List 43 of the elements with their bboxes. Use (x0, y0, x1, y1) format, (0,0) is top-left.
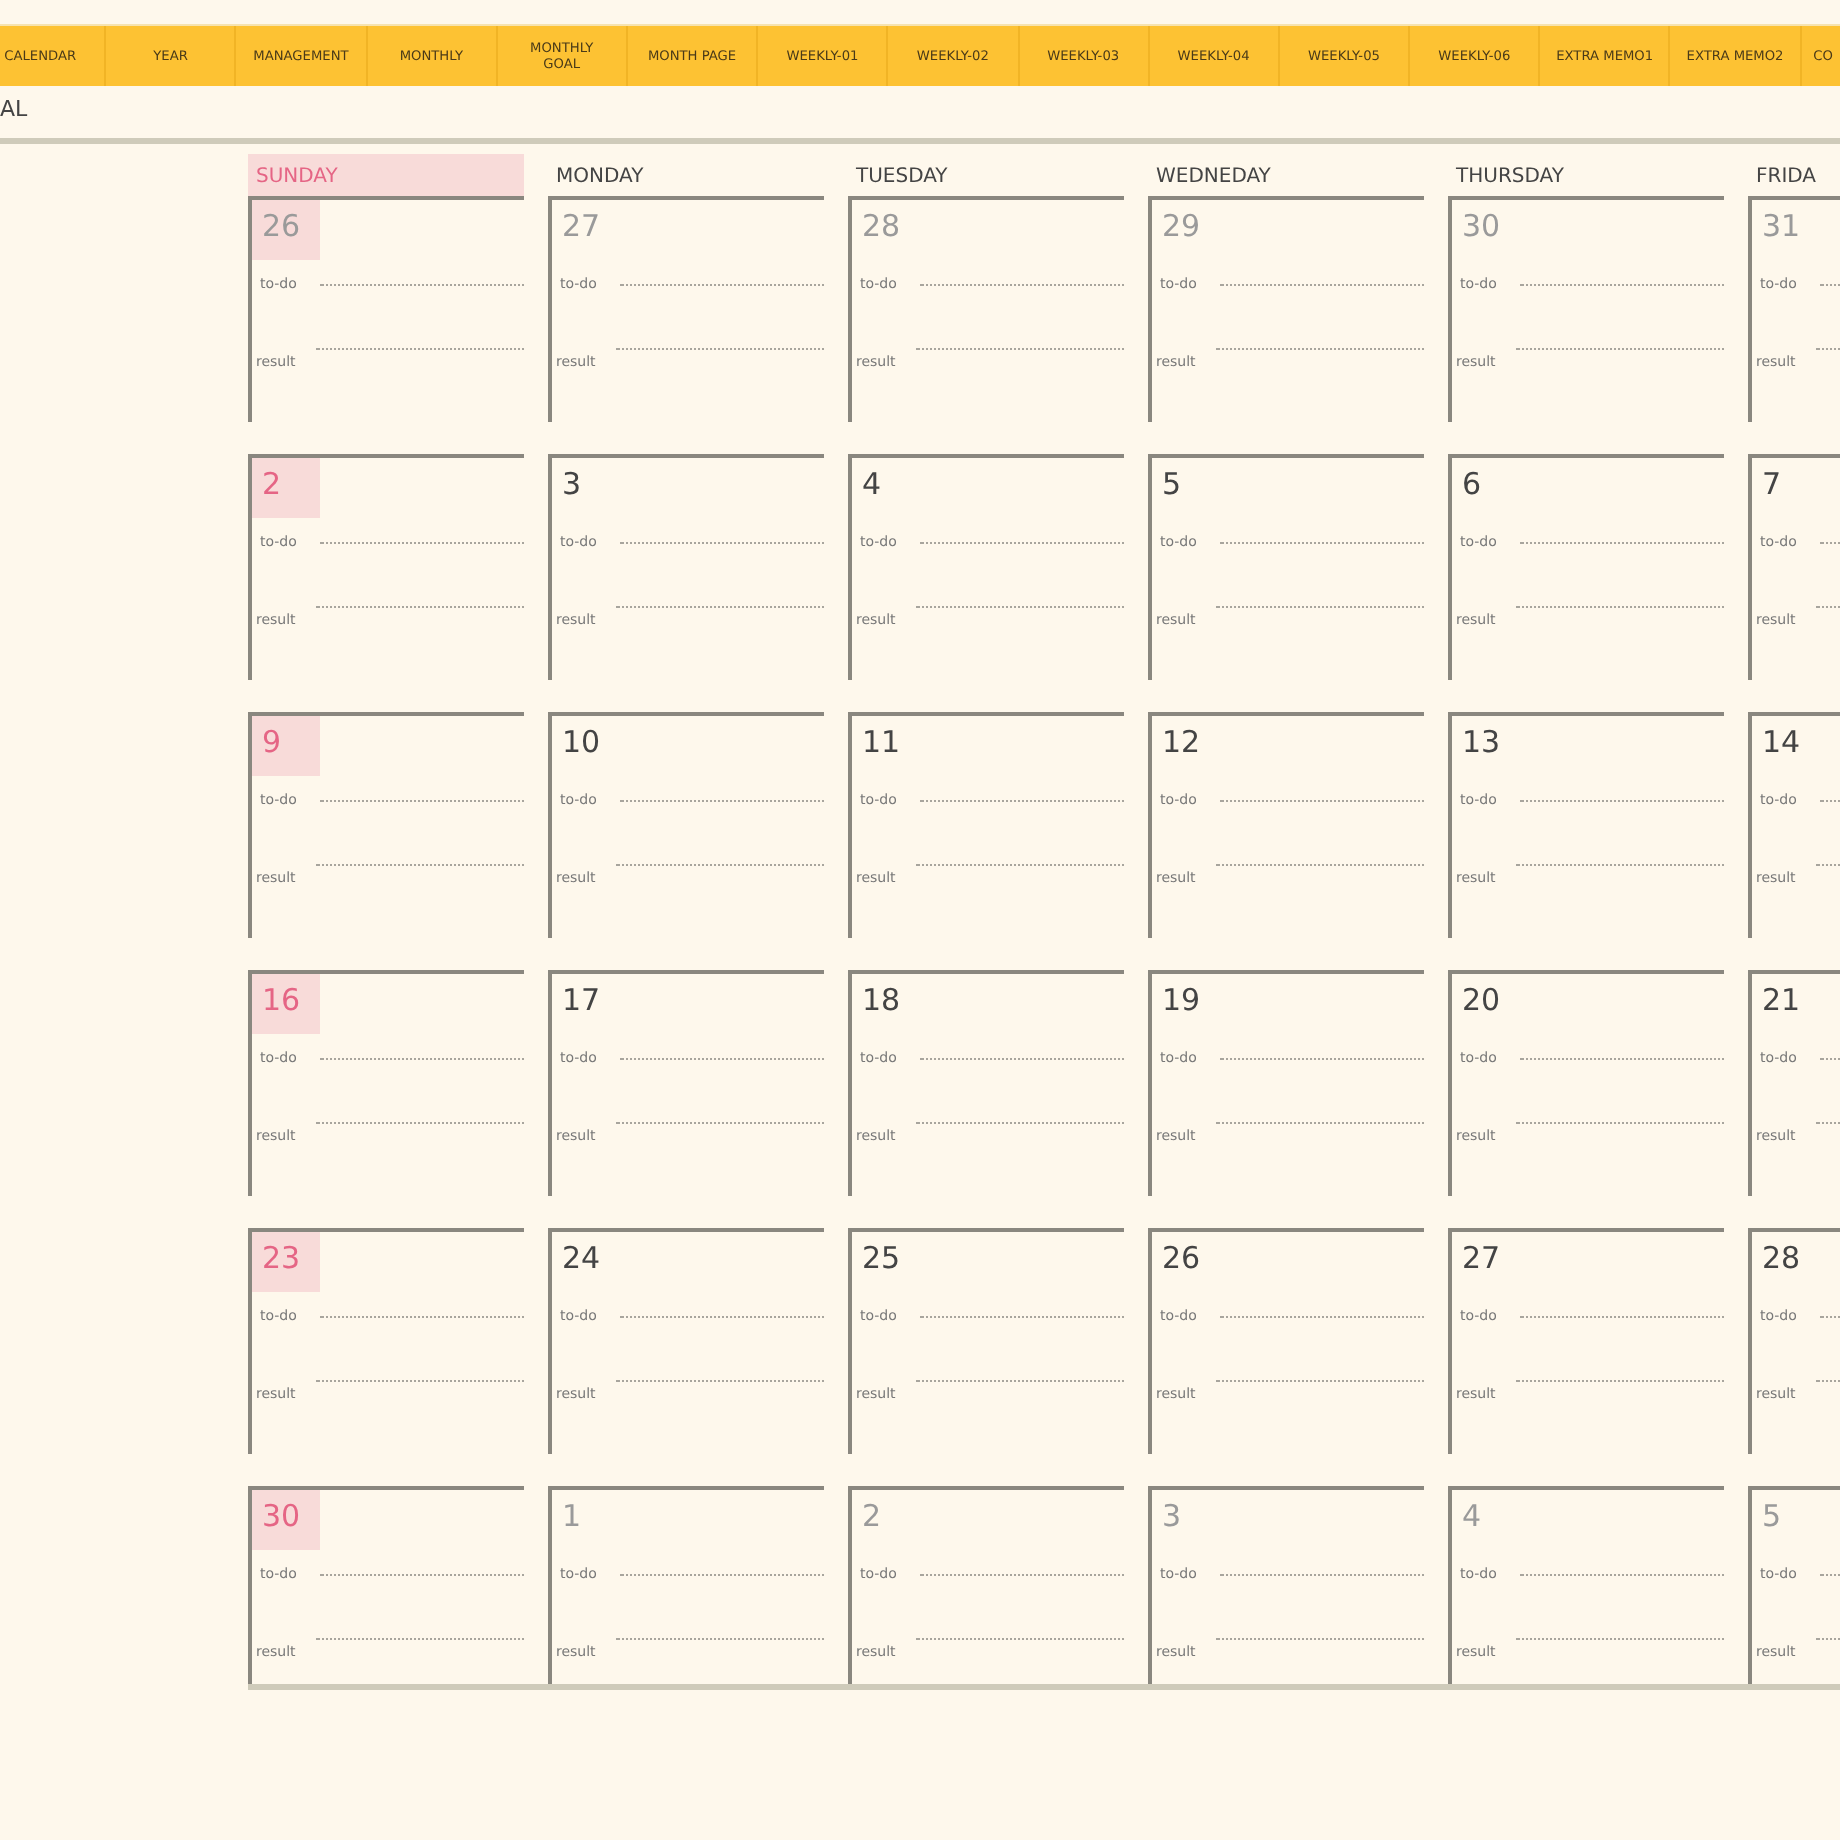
date-highlight: 26 (252, 200, 320, 260)
date-number: 29 (1160, 206, 1203, 248)
date-number: 26 (1160, 1238, 1203, 1280)
date-number: 5 (1760, 1496, 1784, 1538)
date-number: 7 (1760, 464, 1784, 506)
date-highlight: 30 (252, 1490, 320, 1550)
weekday-header: FRIDA (1754, 164, 1819, 192)
weekday-header: SUNDAY (248, 154, 524, 196)
date-number: 25 (860, 1238, 903, 1280)
page-title: AL (0, 96, 28, 122)
date-number: 11 (860, 722, 903, 764)
date-number: 13 (1460, 722, 1503, 764)
date-number: 1 (560, 1496, 584, 1538)
date-number: 3 (1160, 1496, 1184, 1538)
date-number: 30 (1460, 206, 1503, 248)
date-highlight: 2 (252, 458, 320, 518)
date-number: 6 (1460, 464, 1484, 506)
date-number: 2 (860, 1496, 884, 1538)
date-highlight: 23 (252, 1232, 320, 1292)
weekday-header: MONDAY (554, 164, 646, 192)
date-number: 28 (1760, 1238, 1803, 1280)
weekday-header: THURSDAY (1454, 164, 1566, 192)
date-number: 20 (1460, 980, 1503, 1022)
date-number: 10 (560, 722, 603, 764)
date-number: 27 (560, 206, 603, 248)
date-number: 24 (560, 1238, 603, 1280)
date-number: 3 (560, 464, 584, 506)
weekday-header: TUESDAY (854, 164, 950, 192)
weekday-header: WEDNEDAY (1154, 164, 1273, 192)
date-number: 27 (1460, 1238, 1503, 1280)
date-number: 12 (1160, 722, 1203, 764)
date-number: 28 (860, 206, 903, 248)
date-number: 4 (1460, 1496, 1484, 1538)
date-number: 18 (860, 980, 903, 1022)
date-number: 21 (1760, 980, 1803, 1022)
date-number: 17 (560, 980, 603, 1022)
date-number: 31 (1760, 206, 1803, 248)
date-highlight: 9 (252, 716, 320, 776)
date-number: 4 (860, 464, 884, 506)
date-number: 5 (1160, 464, 1184, 506)
date-number: 19 (1160, 980, 1203, 1022)
date-highlight: 16 (252, 974, 320, 1034)
date-number: 14 (1760, 722, 1803, 764)
